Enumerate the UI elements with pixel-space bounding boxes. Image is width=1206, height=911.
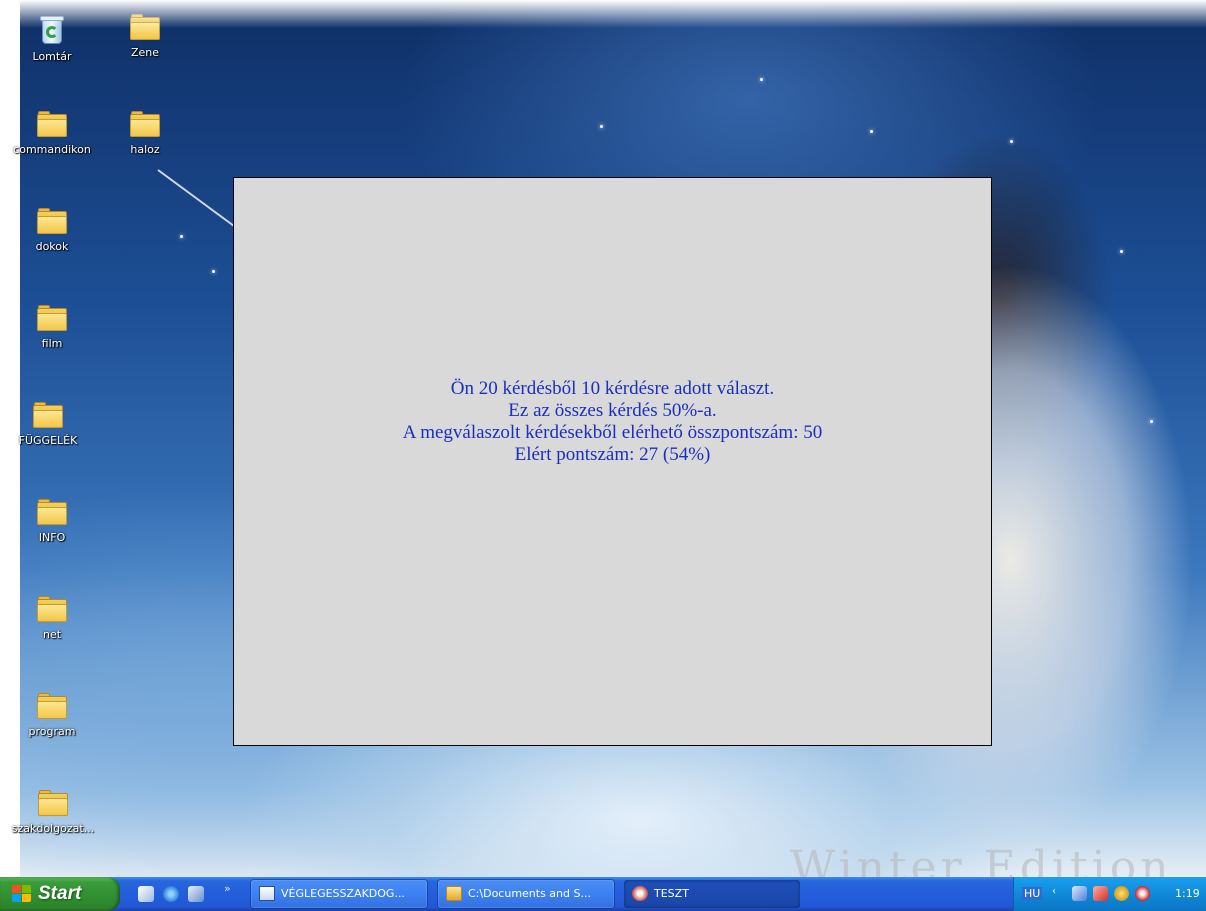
sparkle bbox=[180, 235, 183, 238]
sparkle bbox=[760, 78, 763, 81]
sparkle bbox=[212, 270, 215, 273]
clock[interactable]: 1:19 bbox=[1175, 887, 1200, 900]
folder-icon bbox=[446, 886, 462, 901]
desktop-icon-label: szakdolgozat... bbox=[11, 822, 95, 835]
language-indicator[interactable]: HU bbox=[1022, 887, 1043, 900]
windows-flag-icon bbox=[12, 885, 32, 903]
result-line-max-score: A megválaszolt kérdésekből elérhető össz… bbox=[402, 422, 823, 443]
folder-icon bbox=[37, 111, 67, 137]
desktop-icon-label: INFO bbox=[38, 531, 66, 544]
desktop-icon-label: haloz bbox=[130, 143, 160, 156]
sparkle bbox=[1010, 140, 1013, 143]
result-line-percent: Ez az összes kérdés 50%-a. bbox=[508, 400, 717, 421]
result-line-answered: Ön 20 kérdésből 10 kérdésre adott válasz… bbox=[450, 378, 775, 399]
start-button[interactable]: Start bbox=[0, 877, 120, 911]
desktop-icon-label: FÜGGELÉK bbox=[18, 434, 78, 447]
taskbar-item-explorer[interactable]: C:\Documents and S... bbox=[438, 880, 614, 908]
taskbar-item-label: C:\Documents and S... bbox=[468, 887, 591, 900]
folder-icon bbox=[38, 790, 68, 816]
desktop-icon-zene[interactable]: Zene bbox=[100, 10, 190, 90]
folder-icon bbox=[33, 402, 63, 428]
desktop-icon-label: Lomtár bbox=[32, 50, 72, 63]
taskbar-item-teszt[interactable]: TESZT bbox=[624, 880, 800, 908]
internet-explorer-icon[interactable] bbox=[163, 886, 179, 902]
desktop-icon-label: commandikon bbox=[13, 143, 91, 156]
tray-expand-icon[interactable]: ‹ bbox=[1052, 886, 1056, 897]
folder-icon bbox=[37, 596, 67, 622]
folder-icon bbox=[37, 499, 67, 525]
start-label: Start bbox=[38, 883, 82, 904]
antivirus-icon[interactable] bbox=[1114, 886, 1129, 901]
acrobat-icon[interactable] bbox=[1093, 886, 1108, 901]
desktop-icon-recycle-bin[interactable]: Lomtár bbox=[7, 10, 97, 90]
desktop-icon-haloz[interactable]: haloz bbox=[100, 107, 190, 187]
recycle-bin-icon bbox=[39, 14, 65, 44]
desktop-icon-info[interactable]: INFO bbox=[7, 495, 97, 575]
word-document-icon bbox=[259, 886, 275, 901]
quick-launch-more[interactable]: » bbox=[224, 882, 231, 895]
taskbar: Start » VÉGLEGESSZAKDOG... C:\Documents … bbox=[0, 877, 1206, 911]
desktop-icon-dokok[interactable]: dokok bbox=[7, 204, 97, 284]
desktop-icon-label: film bbox=[41, 337, 63, 350]
desktop-icon-label: dokok bbox=[35, 240, 69, 253]
desktop-icon-commandikon[interactable]: commandikon bbox=[7, 107, 97, 187]
desktop-icon-net[interactable]: net bbox=[7, 592, 97, 672]
app-icon bbox=[632, 886, 648, 901]
desktop-icon-label: program bbox=[28, 725, 76, 738]
folder-icon bbox=[130, 111, 160, 137]
folder-icon bbox=[37, 305, 67, 331]
show-desktop-icon[interactable] bbox=[138, 886, 154, 902]
taskbar-item-label: TESZT bbox=[654, 887, 689, 900]
sparkle bbox=[1150, 420, 1153, 423]
sparkle bbox=[870, 130, 873, 133]
folder-icon bbox=[130, 14, 160, 40]
network-icon[interactable] bbox=[1072, 886, 1087, 901]
desktop-icon-label: Zene bbox=[130, 46, 160, 59]
taskbar-item-word-document[interactable]: VÉGLEGESSZAKDOG... bbox=[251, 880, 427, 908]
system-tray: HU ‹ 1:19 bbox=[1013, 877, 1206, 911]
desktop-icon-szakdolgozat[interactable]: szakdolgozat... bbox=[8, 786, 98, 866]
sparkle bbox=[1120, 250, 1123, 253]
shield-icon[interactable] bbox=[1135, 886, 1150, 901]
desktop-icon-program[interactable]: program bbox=[7, 689, 97, 769]
folder-icon bbox=[37, 693, 67, 719]
desktop-icon-film[interactable]: film bbox=[7, 301, 97, 381]
result-line-score: Elért pontszám: 27 (54%) bbox=[514, 444, 711, 465]
desktop-icon-fuggelek[interactable]: FÜGGELÉK bbox=[3, 398, 93, 478]
result-window: Ön 20 kérdésből 10 kérdésre adott válasz… bbox=[233, 177, 992, 746]
windows-media-icon[interactable] bbox=[188, 886, 204, 902]
desktop-icon-label: net bbox=[42, 628, 62, 641]
folder-icon bbox=[37, 208, 67, 234]
taskbar-item-label: VÉGLEGESSZAKDOG... bbox=[281, 887, 405, 900]
sparkle bbox=[600, 125, 603, 128]
result-message: Ön 20 kérdésből 10 kérdésre adott válasz… bbox=[234, 378, 991, 466]
